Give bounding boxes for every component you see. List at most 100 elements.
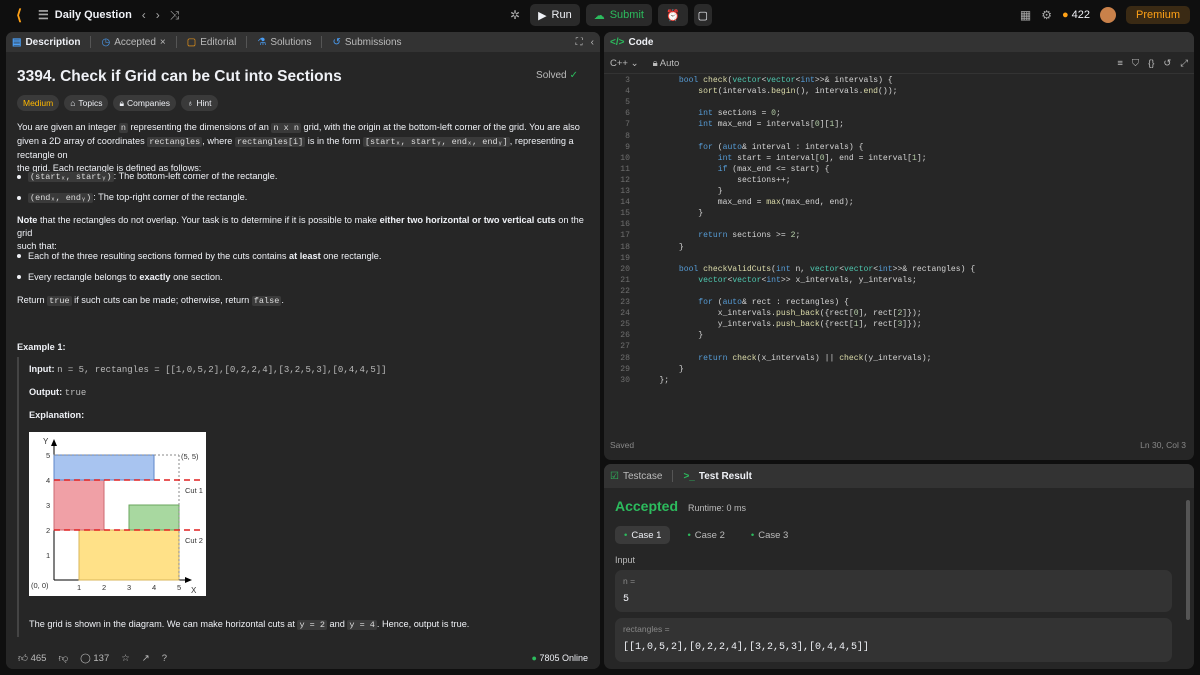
expand-icon[interactable]: ⛶ — [576, 37, 583, 48]
streak-counter[interactable]: ● 422 — [1062, 9, 1090, 21]
y-tick-label: 4 — [46, 476, 50, 485]
run-button[interactable]: ▶ Run — [530, 4, 580, 26]
online-count: 7805 Online — [539, 653, 588, 663]
hint-tag[interactable]: ♁ Hint — [181, 95, 218, 111]
run-label: Run — [551, 9, 572, 21]
premium-button[interactable]: Premium — [1125, 6, 1190, 24]
line-number: 4 — [625, 87, 630, 97]
tab-editorial[interactable]: ▢ Editorial — [187, 37, 237, 48]
companies-label: Companies — [127, 98, 170, 108]
dislike-button[interactable]: 👎︎ — [58, 652, 68, 664]
timer-button[interactable]: ⏰ — [657, 4, 688, 26]
code-line: int max_end = intervals[0][1]; — [698, 120, 845, 130]
thumbs-up-icon: 👍︎ — [18, 653, 28, 664]
settings-icon[interactable]: ⚙ — [1041, 8, 1052, 22]
bookmark-icon[interactable]: ⛉ — [1132, 58, 1139, 69]
tab-accepted[interactable]: ◷ Accepted × — [101, 37, 165, 48]
case-tab[interactable]: • Case 1 — [615, 526, 671, 544]
example-block: Input: n = 5, rectangles = [[1,0,5,2],[0… — [17, 357, 582, 637]
favorite-icon[interactable]: ☆ — [121, 653, 130, 664]
close-icon[interactable]: × — [160, 37, 166, 48]
scrollbar[interactable] — [1186, 500, 1190, 620]
x-tick-label: 1 — [77, 583, 81, 592]
rectangles-field[interactable]: rectangles = [[1,0,5,2],[0,2,2,4],[3,2,5… — [615, 618, 1172, 662]
layout-grid-icon[interactable]: ▦ — [1020, 8, 1031, 22]
panel-controls: ⛶ ‹ — [576, 37, 594, 48]
pass-dot-icon: • — [624, 529, 628, 541]
rect-0-4-4-5 — [53, 454, 155, 481]
leetcode-logo-icon[interactable]: ⟨ — [10, 6, 28, 24]
code-line: sections++; — [640, 175, 791, 185]
page-title[interactable]: 3394. Check if Grid can be Cut into Sect… — [17, 68, 342, 86]
code-panel: </> Code C++ ⌄ 🔒︎ Auto ≡ ⛉ {} ↺ ⤢ 3 bool … — [604, 32, 1194, 460]
tab-divider — [246, 36, 248, 48]
code-editor[interactable]: 3 bool check(vector<vector<int>>& interv… — [604, 72, 1194, 440]
thumbs-down-icon: 👎︎ — [58, 653, 69, 664]
alarm-icon: ⏰ — [665, 9, 680, 22]
comment-icon: ◯ — [80, 652, 91, 664]
notes-button[interactable]: ▢ — [693, 4, 713, 26]
line-number: 24 — [620, 309, 630, 319]
tab-solutions[interactable]: ⚗ Solutions — [257, 37, 311, 48]
avatar[interactable] — [1099, 7, 1116, 23]
book-icon: ▢ — [186, 36, 197, 48]
share-icon[interactable]: ↗ — [142, 653, 150, 664]
example-heading: Example 1: — [17, 342, 66, 352]
lightbulb-icon: ♁ — [187, 98, 194, 108]
auto-mode[interactable]: 🔒︎ Auto — [653, 58, 680, 69]
debug-icon[interactable]: ✲ — [510, 8, 520, 22]
like-button[interactable]: 👍︎ 465 — [18, 652, 46, 664]
bullet-dot — [17, 174, 21, 179]
reset-icon[interactable]: ↺ — [1163, 58, 1171, 69]
list-item: Each of the three resulting sections for… — [17, 251, 381, 261]
tab-test-result[interactable]: >_ Test Result — [683, 471, 752, 482]
language-select[interactable]: C++ ⌄ — [610, 58, 639, 69]
topics-tag[interactable]: ⌂ Topics — [64, 95, 109, 111]
topics-label: Topics — [78, 98, 103, 108]
bold-text: either two horizontal or two vertical cu… — [379, 215, 556, 225]
help-icon[interactable]: ? — [162, 653, 167, 664]
explanation-label: Explanation: — [29, 410, 85, 420]
n-field[interactable]: n = 5 — [615, 570, 1172, 612]
code-line: int sections = 0; — [698, 109, 781, 119]
case-label: Case 3 — [758, 529, 789, 541]
like-count: 465 — [30, 653, 47, 664]
tab-code[interactable]: </> Code — [610, 37, 653, 48]
next-problem-icon[interactable]: › — [156, 8, 160, 22]
runtime-label: Runtime: 0 ms — [688, 503, 747, 513]
input-value: n = 5, rectangles = [[1,0,5,2],[0,2,2,4]… — [57, 365, 387, 375]
bold-text: at least — [288, 251, 321, 261]
test-result-body: Accepted Runtime: 0 ms • Case 1 • Case 2 •… — [604, 488, 1194, 669]
code-line: } — [640, 331, 704, 341]
inline-code: [startₓ, startᵧ, endₓ, endᵧ] — [362, 137, 510, 147]
line-number: 12 — [620, 175, 630, 185]
x-tick-label: 3 — [127, 583, 131, 592]
text: and — [326, 619, 348, 629]
output-label: Output: — [29, 387, 63, 397]
companies-tag[interactable]: 🔒︎ Companies — [113, 95, 176, 111]
tab-description[interactable]: ▤ Description — [12, 37, 80, 48]
x-tick-label: 4 — [152, 583, 156, 592]
format-icon[interactable]: ≡ — [1117, 58, 1123, 69]
submit-button[interactable]: ☁ Submit — [585, 4, 652, 26]
text: Each of the three resulting sections for… — [28, 251, 289, 261]
braces-icon[interactable]: {} — [1148, 58, 1154, 69]
line-number: 3 — [625, 76, 630, 85]
case-tab[interactable]: • Case 2 — [678, 526, 733, 544]
line-number: 27 — [620, 342, 630, 352]
rect-1-0-5-2 — [78, 529, 180, 581]
saved-status: Saved — [610, 440, 635, 450]
case-tab[interactable]: • Case 3 — [742, 526, 797, 544]
shuffle-icon[interactable]: ⤨ — [170, 8, 180, 23]
flask-icon: ⚗ — [257, 36, 267, 48]
text: representing the dimensions of an — [127, 122, 272, 132]
problem-list-button[interactable]: ☰ Daily Question — [38, 8, 132, 22]
prev-problem-icon[interactable]: ‹ — [142, 8, 146, 22]
fullscreen-icon[interactable]: ⤢ — [1180, 58, 1188, 69]
line-number: 10 — [620, 153, 630, 163]
inline-code: y = 2 — [297, 620, 327, 630]
tab-submissions[interactable]: ↺ Submissions — [332, 37, 401, 48]
collapse-icon[interactable]: ‹ — [591, 37, 594, 48]
comments-button[interactable]: ◯ 137 — [80, 653, 109, 664]
tab-testcase[interactable]: ☑ Testcase — [610, 471, 662, 482]
